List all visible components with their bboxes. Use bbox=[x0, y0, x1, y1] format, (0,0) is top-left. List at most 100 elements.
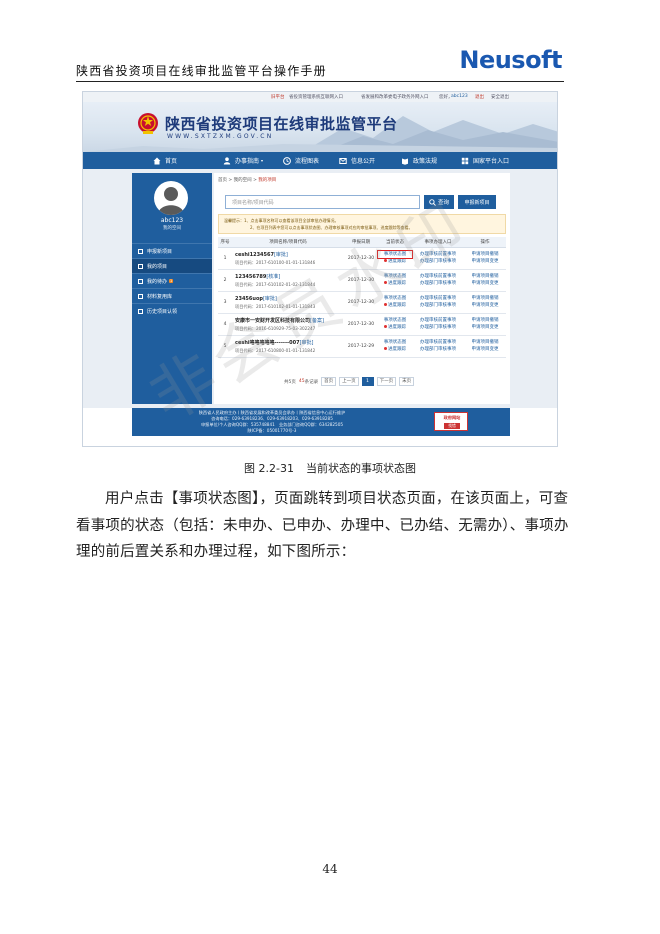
op-change-link[interactable]: 申请项目变更 bbox=[464, 280, 506, 287]
entry-dept-link[interactable]: 办理部门审核事项 bbox=[412, 324, 464, 331]
project-name[interactable]: 23456uop bbox=[235, 296, 263, 302]
row-no: 2 bbox=[218, 269, 232, 292]
nav-national-label: 国家平台入口 bbox=[473, 158, 510, 165]
topbar-link-internet[interactable]: 省投资管理系统互联网入口 bbox=[289, 94, 343, 100]
project-name[interactable]: ceshi1234567 bbox=[235, 252, 274, 258]
op-revoke-link[interactable]: 申请项目撤销 bbox=[464, 251, 506, 258]
sidebar-item-label: 我的项目 bbox=[147, 263, 168, 270]
top-link-bar: 旧平台 省投资管理系统互联网入口 省发展和改革委电子政务外网入口 您好， abc… bbox=[83, 92, 557, 102]
gov-badge-title: 政府网站 bbox=[443, 415, 461, 420]
guide-icon bbox=[223, 156, 231, 164]
topbar-logout[interactable]: 退出 bbox=[475, 94, 484, 100]
sidebar-item-label: 申报新项目 bbox=[147, 248, 173, 255]
op-revoke-link[interactable]: 申请项目撤销 bbox=[464, 273, 506, 280]
user-avatar-icon bbox=[158, 187, 184, 215]
col-ops: 操作 bbox=[464, 237, 506, 248]
project-type-tag: [审批] bbox=[262, 295, 277, 302]
project-code: 项目代码：2016-610929-75-03-302247 bbox=[235, 325, 316, 331]
query-button-label: 查询 bbox=[437, 200, 449, 206]
nav-guide[interactable]: 办事指南 ▾ bbox=[223, 152, 263, 169]
pager-prev[interactable]: 上一页 bbox=[339, 377, 359, 386]
gov-site-error-badge[interactable]: 政府网站 找错 bbox=[434, 412, 468, 431]
gov-badge-action: 找错 bbox=[444, 423, 460, 429]
op-revoke-link[interactable]: 申请项目撤销 bbox=[464, 339, 506, 346]
home-icon bbox=[153, 157, 161, 164]
search-input[interactable]: 项目名称/项目代码 bbox=[225, 195, 420, 209]
op-revoke-link[interactable]: 申请项目撤销 bbox=[464, 295, 506, 302]
site-url: WWW.SXTZXM.GOV.CN bbox=[167, 133, 274, 140]
entry-prereq-link[interactable]: 办理审核前置事项 bbox=[412, 339, 464, 346]
status-chart-link[interactable]: 事项状态图 bbox=[377, 250, 413, 259]
status-chart-link[interactable]: 事项状态图 bbox=[378, 295, 412, 302]
entry-dept-link[interactable]: 办理部门审核事项 bbox=[412, 302, 464, 309]
breadcrumb-space[interactable]: 我的空间 bbox=[234, 178, 252, 183]
topbar-link-old[interactable]: 旧平台 bbox=[271, 94, 285, 100]
progress-link[interactable]: 进度跟踪 bbox=[378, 302, 412, 309]
pager-pages: 共5页 bbox=[284, 379, 296, 385]
progress-link[interactable]: 进度跟踪 bbox=[378, 258, 412, 265]
progress-link[interactable]: 进度跟踪 bbox=[378, 324, 412, 331]
pager-first[interactable]: 首页 bbox=[321, 377, 337, 386]
col-no: 序号 bbox=[218, 237, 232, 248]
sidebar-item-history-claim[interactable]: 历史项目认领 bbox=[132, 303, 212, 318]
topbar-safe-logout[interactable]: 安全退出 bbox=[491, 94, 509, 100]
my-space-link[interactable]: 我的空间 bbox=[132, 225, 212, 231]
sidebar-item-new-project[interactable]: 申报新项目 bbox=[132, 243, 212, 258]
nav-home[interactable]: 首页 bbox=[153, 152, 177, 169]
table-row: 4 安康市一安财开发区科技有限公司[备案] 项目代码：2016-610929-7… bbox=[218, 313, 506, 336]
op-change-link[interactable]: 申请项目变更 bbox=[464, 258, 506, 265]
project-name[interactable]: ceshi咯咯咯咯咯-------007 bbox=[235, 340, 300, 346]
op-revoke-link[interactable]: 申请项目撤销 bbox=[464, 317, 506, 324]
entry-prereq-link[interactable]: 办理审核前置事项 bbox=[412, 273, 464, 280]
project-type-tag: [备案] bbox=[310, 317, 324, 324]
row-date: 2017-12-29 bbox=[344, 335, 378, 358]
op-change-link[interactable]: 申请项目变更 bbox=[464, 302, 506, 309]
user-name: abc123 bbox=[160, 217, 184, 224]
new-project-button[interactable]: 申报新项目 bbox=[458, 195, 496, 209]
query-button[interactable]: 查询 bbox=[424, 195, 454, 209]
project-type-tag: [审批] bbox=[273, 251, 288, 258]
sidebar-item-todo[interactable]: 我的待办 1 bbox=[132, 273, 212, 288]
pager-current[interactable]: 1 bbox=[361, 377, 374, 386]
pager-next[interactable]: 下一页 bbox=[376, 377, 397, 386]
progress-link[interactable]: 进度跟踪 bbox=[378, 280, 412, 287]
search-icon bbox=[429, 198, 436, 206]
row-project: ceshi1234567[审批] 项目代码：2017-610100-01-01-… bbox=[232, 247, 344, 270]
project-type-tag: [核准] bbox=[266, 273, 281, 280]
sidebar-item-my-projects[interactable]: 我的项目 bbox=[132, 258, 212, 273]
row-date: 2017-12-30 bbox=[344, 247, 378, 270]
col-entry: 事项办理入口 bbox=[412, 237, 464, 248]
sidebar-item-materials[interactable]: 材料复用库 bbox=[132, 288, 212, 303]
topbar-link-intranet[interactable]: 省发展和改革委电子政务外网入口 bbox=[361, 94, 429, 100]
table-row: 2 123456789[核准] 项目代码：2017-610102-01-02-1… bbox=[218, 269, 506, 292]
breadcrumb-home[interactable]: 首页 bbox=[218, 178, 227, 183]
nav-info[interactable]: 信息公开 bbox=[339, 152, 375, 169]
nav-guide-label: 办事指南 bbox=[235, 158, 260, 165]
project-name[interactable]: 安康市一安财开发区科技有限公司 bbox=[235, 318, 310, 324]
nav-national[interactable]: 国家平台入口 bbox=[461, 152, 509, 169]
sidebar: abc123 我的空间 申报新项目 我的项目 我的待办 1 材料复用库 历史项目认… bbox=[132, 173, 212, 404]
pager-last[interactable]: 末页 bbox=[399, 377, 415, 386]
entry-prereq-link[interactable]: 办理审核前置事项 bbox=[412, 317, 464, 324]
row-ops: 申请项目撤销 申请项目变更 bbox=[464, 291, 506, 314]
status-chart-link[interactable]: 事项状态图 bbox=[378, 317, 412, 324]
entry-prereq-link[interactable]: 办理审核前置事项 bbox=[412, 295, 464, 302]
nav-policy[interactable]: 政策法规 bbox=[401, 152, 437, 169]
nav-flow[interactable]: 流程图表 bbox=[283, 152, 319, 169]
row-ops: 申请项目撤销 申请项目变更 bbox=[464, 313, 506, 336]
red-dot-icon bbox=[384, 281, 387, 284]
project-table: 序号 项目名称/项目代码 申报日期 当前状态 事项办理入口 操作 1 ceshi… bbox=[218, 237, 506, 358]
entry-prereq-link[interactable]: 办理审核前置事项 bbox=[412, 251, 464, 258]
entry-dept-link[interactable]: 办理部门审核事项 bbox=[412, 280, 464, 287]
project-type-tag: [审批] bbox=[299, 339, 314, 346]
status-chart-link[interactable]: 事项状态图 bbox=[378, 273, 412, 280]
row-ops: 申请项目撤销 申请项目变更 bbox=[464, 247, 506, 270]
op-change-link[interactable]: 申请项目变更 bbox=[464, 324, 506, 331]
entry-dept-link[interactable]: 办理部门审核事项 bbox=[412, 258, 464, 265]
op-change-link[interactable]: 申请项目变更 bbox=[464, 346, 506, 353]
entry-dept-link[interactable]: 办理部门审核事项 bbox=[412, 346, 464, 353]
status-chart-link[interactable]: 事项状态图 bbox=[378, 339, 412, 346]
progress-link[interactable]: 进度跟踪 bbox=[378, 346, 412, 353]
project-name[interactable]: 123456789 bbox=[235, 274, 266, 280]
row-date: 2017-12-30 bbox=[344, 291, 378, 314]
